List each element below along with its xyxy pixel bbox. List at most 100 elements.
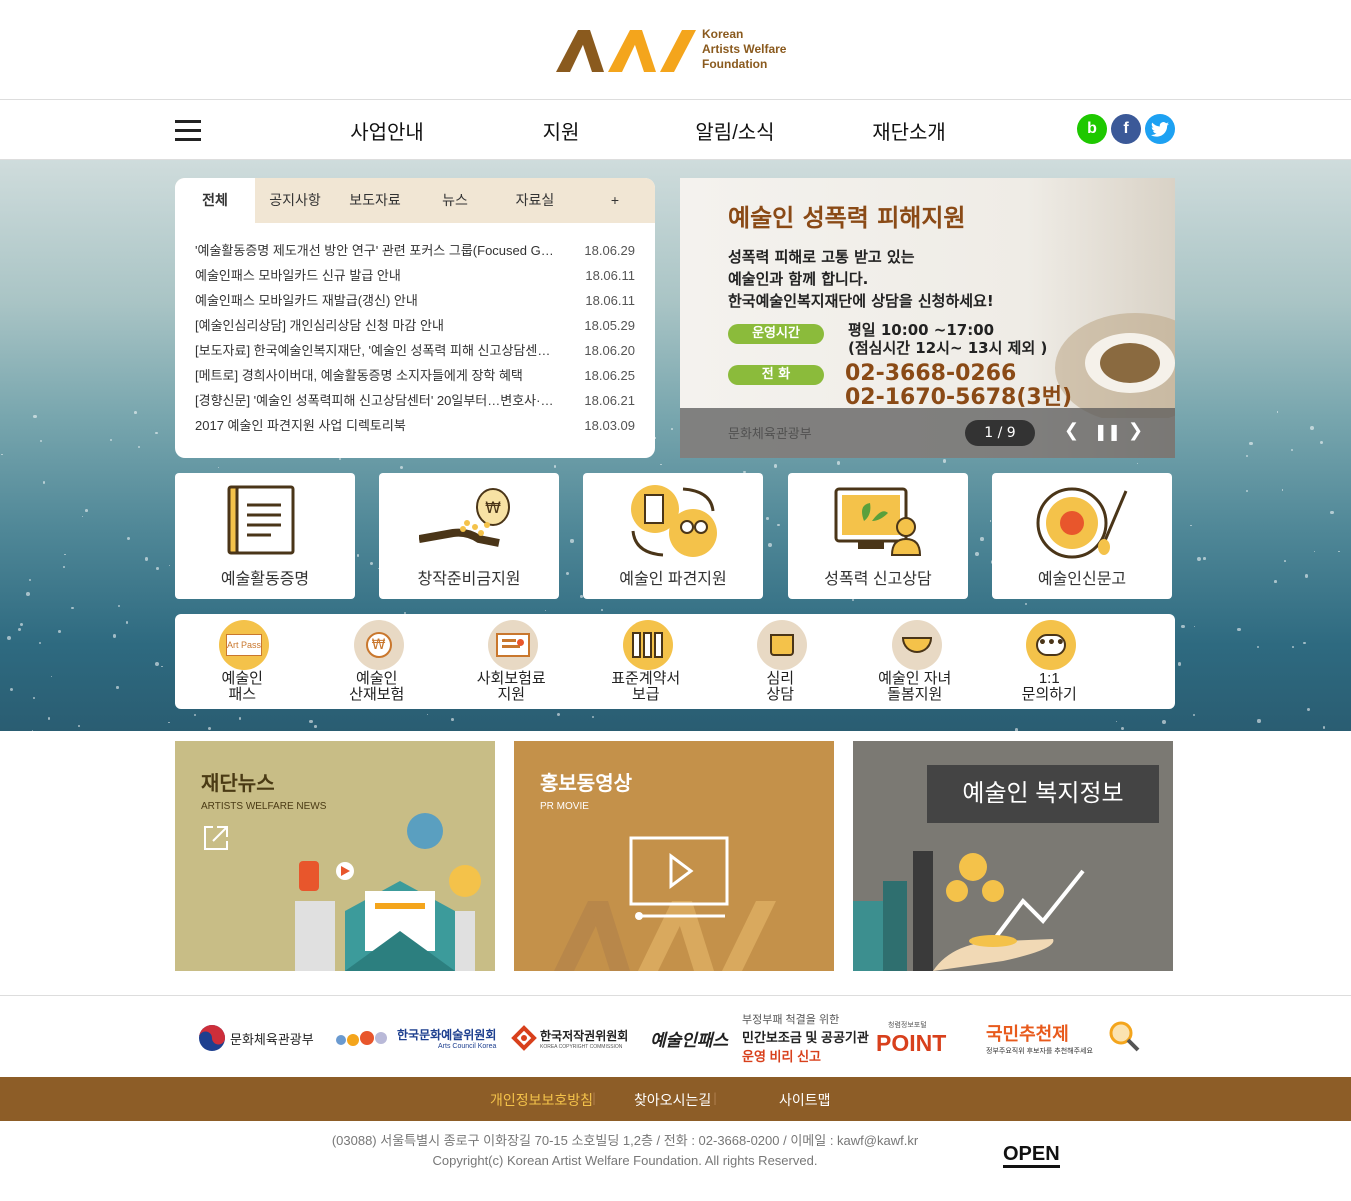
sparkle [592,715,595,718]
kawf-logo-mark [556,30,696,72]
hamburger-menu-icon[interactable] [175,120,201,142]
more-button[interactable]: + [575,178,655,223]
pause-icon[interactable]: ❚❚ [1094,422,1121,441]
card-pr-video[interactable]: 홍보동영상 PR MOVIE [514,741,834,971]
hours-note: (점심시간 12시~ 13시 제외 ) [848,339,1048,357]
label-line: 심리 [766,670,795,687]
item-title[interactable]: 예술인패스 모바일카드 신규 발급 안내 [195,263,555,288]
sparkle [1274,580,1277,583]
partner-mcst[interactable]: 문화체육관광부 [198,1016,314,1060]
sparkle [1246,489,1249,492]
quick2-social-insurance[interactable]: 사회보험료 지원 [444,614,579,709]
list-item[interactable]: 예술인패스 모바일카드 신규 발급 안내 18.06.11 [195,263,635,288]
quick-creative-fund[interactable]: ₩ 창작준비금지원 [379,473,559,599]
banner-slider[interactable]: 예술인 성폭력 피해지원 성폭력 피해로 고통 받고 있는 예술인과 함께 합니… [680,178,1175,458]
partner-point[interactable]: 청렴정보포털 POINT [876,1016,946,1060]
sparkle [773,464,778,468]
video-play-icon [629,836,729,920]
label-line: 산재보험 [349,686,405,703]
quick-artist-certification[interactable]: 예술활동증명 [175,473,355,599]
item-title[interactable]: 2017 예술인 파견지원 사업 디렉토리북 [195,413,555,438]
blog-icon[interactable]: b [1077,114,1107,144]
sparkle [659,463,662,466]
label-line: 예술인 자녀 [878,670,952,687]
quick-label: 예술활동증명 [220,571,310,588]
label-line: 1:1 [1038,670,1060,687]
sitemap-link[interactable]: 사이트맵 [779,1090,831,1110]
facebook-icon[interactable]: f [1111,114,1141,144]
sparkle [1276,411,1279,413]
sparkle [767,543,772,548]
privacy-policy-link[interactable]: 개인정보보호방침 [490,1090,593,1110]
quick-artist-petition[interactable]: 예술인신문고 [992,473,1172,599]
item-title[interactable]: [예술인심리상담] 개인심리상담 신청 마감 안내 [195,313,555,338]
sparkle [1323,726,1326,729]
list-item[interactable]: [예술인심리상담] 개인심리상담 신청 마감 안내 18.05.29 [195,313,635,338]
sparkle [161,665,163,668]
logo-text: Korean Artists Welfare Foundation [702,27,786,72]
next-slide-icon[interactable]: ❯ [1128,420,1143,441]
menu-news[interactable]: 알림/소식 [648,116,822,145]
card-foundation-news[interactable]: 재단뉴스 ARTISTS WELFARE NEWS [175,741,495,971]
partner-copyright[interactable]: 한국저작권위원회 KOREA COPYRIGHT COMMISSION [510,1016,628,1060]
list-item[interactable]: [경향신문] '예술인 성폭력피해 신고상담센터' 20일부터…변호사·심리상담… [195,388,635,413]
item-title[interactable]: 예술인패스 모바일카드 재발급(갱신) 안내 [195,288,555,313]
tab-archive[interactable]: 자료실 [495,178,575,223]
list-item[interactable]: [메트로] 경희사이버대, 예술활동증명 소지자들에게 장학 혜택 18.06.2… [195,363,635,388]
sparkle [1115,721,1118,723]
sparkle [1014,728,1019,731]
twitter-icon[interactable] [1145,114,1175,144]
sparkle [112,634,117,638]
partner-artpass[interactable]: 예술인패스 [650,1016,728,1060]
item-title[interactable]: [보도자료] 한국예술인복지재단, '예술인 성폭력 피해 신고상담센터' 운영 [195,338,555,363]
sparkle [218,466,220,468]
partner-arko[interactable]: 한국문화예술위원회 Arts Council Korea [335,1016,496,1060]
tab-news[interactable]: 뉴스 [415,178,495,223]
partner-text: 민간보조금 및 공공기관 [742,1030,869,1045]
menu-business[interactable]: 사업안내 [300,116,474,145]
menu-support[interactable]: 지원 [474,116,648,145]
sparkle [1320,440,1323,444]
tab-notice[interactable]: 공지사항 [255,178,335,223]
sparkle [29,578,32,581]
sparkle [1246,455,1249,458]
prev-slide-icon[interactable]: ❮ [1064,420,1079,441]
directions-link[interactable]: 찾아오시는길 [634,1090,711,1110]
quick-label: 성폭력 신고상담 [824,571,932,588]
banner-desc-line: 성폭력 피해로 고통 받고 있는 [728,248,915,266]
list-item[interactable]: 2017 예술인 파견지원 사업 디렉토리북 18.03.09 [195,413,635,438]
partner-recommend[interactable]: 국민추천제 정부주요직위 후보자를 추천해주세요 [986,1016,1093,1060]
quick-harassment-report[interactable]: 성폭력 신고상담 [788,473,968,599]
label-line: 상담 [766,686,795,703]
sparkle [154,661,159,666]
list-item[interactable]: 예술인패스 모바일카드 재발급(갱신) 안내 18.06.11 [195,288,635,313]
mug-icon [757,620,807,670]
card-title: 예술인 복지정보 [927,765,1159,823]
item-title[interactable]: [메트로] 경희사이버대, 예술활동증명 소지자들에게 장학 혜택 [195,363,555,388]
menu-about[interactable]: 재단소개 [822,116,996,145]
quick2-standard-contract[interactable]: 표준계약서 보급 [579,614,714,709]
logo-line-3: Foundation [702,56,768,71]
list-item[interactable]: [보도자료] 한국예술인복지재단, '예술인 성폭력 피해 신고상담센터' 운영… [195,338,635,363]
quick2-art-pass[interactable]: Art Pass 예술인 패스 [175,614,310,709]
item-title[interactable]: [경향신문] '예술인 성폭력피해 신고상담센터' 20일부터…변호사·심리상담… [195,388,555,413]
logo[interactable]: Korean Artists Welfare Foundation [556,26,786,72]
tab-press[interactable]: 보도자료 [335,178,415,223]
item-title[interactable]: '예술활동증명 제도개선 방안 연구' 관련 포커스 그룹(Focused Gr… [195,238,555,263]
partner-report[interactable]: 부정부패 척결을 위한 민간보조금 및 공공기관 운영 비리 신고 [742,1010,869,1066]
logo-line-2: Artists Welfare [702,41,787,56]
tab-all[interactable]: 전체 [175,178,255,223]
chat-bubble-icon: ••• [1026,620,1076,670]
label-line: 문의하기 [1021,686,1077,703]
quick2-inquiry[interactable]: ••• 1:1 문의하기 [982,614,1117,709]
card-welfare-info[interactable]: 예술인 복지정보 [853,741,1173,971]
hours-text: 평일 10:00 ~17:00 (점심시간 12시~ 13시 제외 ) [848,321,1047,357]
quick2-industrial-insurance[interactable]: ₩ 예술인 산재보험 [310,614,445,709]
label-line: 보급 [631,686,660,703]
list-item[interactable]: '예술활동증명 제도개선 방안 연구' 관련 포커스 그룹(Focused Gr… [195,238,635,263]
divider: | [592,1091,597,1105]
quick-dispatch-support[interactable]: 예술인 파견지원 [583,473,763,599]
quick2-counseling[interactable]: 심리 상담 [713,614,848,709]
quick2-childcare[interactable]: 예술인 자녀 돌봄지원 [848,614,983,709]
quick-label: 예술인 파견지원 [619,571,727,588]
